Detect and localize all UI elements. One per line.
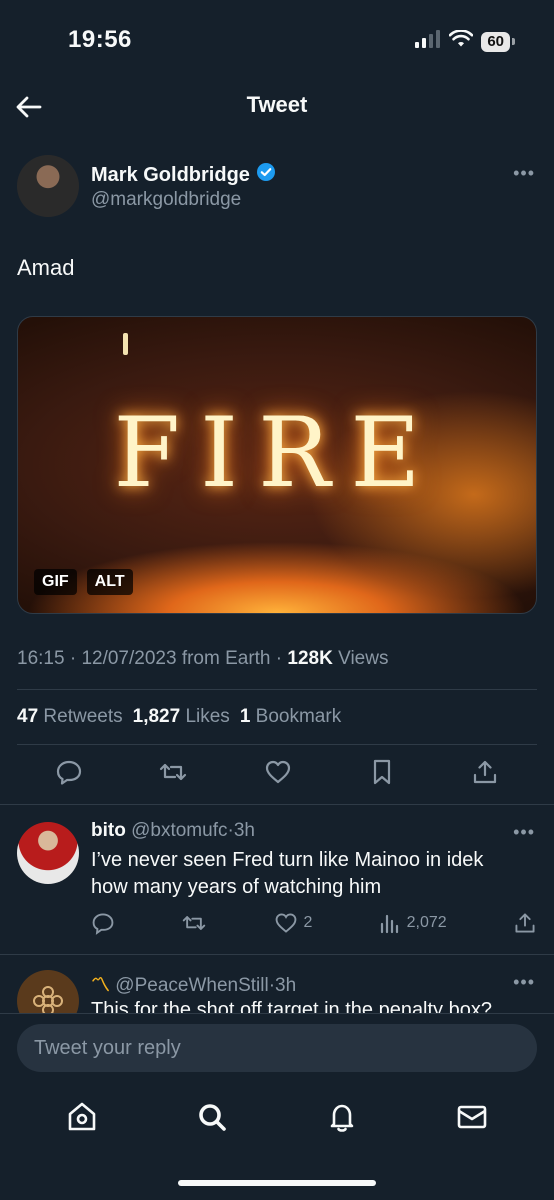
bookmarks-stat[interactable]: 1 Bookmark	[240, 706, 341, 728]
reply-reply-button[interactable]	[91, 911, 115, 935]
likes-stat[interactable]: 1,827 Likes	[133, 706, 230, 728]
reply-author-handle[interactable]: @bxtomufc	[131, 820, 227, 841]
media-badges: GIF ALT	[34, 569, 133, 595]
divider	[17, 744, 537, 745]
alt-badge[interactable]: ALT	[86, 569, 133, 595]
tweet-date: 12/07/2023	[81, 648, 177, 669]
reply-avatar[interactable]	[17, 822, 79, 884]
more-options-icon[interactable]: •••	[513, 163, 535, 184]
bell-icon	[330, 1104, 354, 1132]
retweets-stat[interactable]: 47 Retweets	[17, 706, 123, 728]
views-count: 128K	[287, 648, 333, 669]
reply-like-count: 2	[303, 914, 313, 931]
divider	[0, 804, 554, 805]
tweet-meta: 16:15 · 12/07/2023 from Earth · 128K Vie…	[17, 648, 388, 670]
share-icon	[515, 913, 535, 933]
separator: ·	[69, 648, 77, 669]
views-label: Views	[338, 648, 389, 669]
share-icon[interactable]	[471, 758, 499, 786]
home-icon	[68, 1102, 96, 1131]
tweet-text: Amad	[17, 255, 75, 280]
reply-text: I’ve never seen Fred turn like Mainoo in…	[91, 849, 484, 898]
views-chart-icon	[380, 914, 398, 934]
reply-retweet-button[interactable]	[181, 911, 207, 935]
reply-compose-input[interactable]	[17, 1024, 537, 1072]
battery-icon: 60	[481, 31, 515, 52]
reply-age: 3h	[275, 975, 297, 996]
tweet-action-bar	[17, 758, 537, 786]
gif-overlay-text: FIRE	[113, 397, 441, 509]
status-time: 19:56	[68, 26, 132, 53]
page-title: Tweet	[246, 92, 308, 117]
ember-spark	[123, 333, 128, 355]
bookmarks-label: Bookmark	[255, 706, 342, 727]
author-name-row[interactable]: Mark Goldbridge	[91, 162, 276, 188]
tweet-time: 16:15	[17, 648, 65, 669]
reply-views-count: 2,072	[406, 914, 447, 931]
tab-notifications[interactable]	[325, 1100, 359, 1139]
verified-badge-icon	[256, 162, 276, 188]
reply-action-bar: 2 2,072	[91, 911, 537, 935]
back-button[interactable]	[14, 92, 44, 122]
retweets-count: 47	[17, 706, 39, 727]
divider	[17, 689, 537, 690]
reply-icon[interactable]	[55, 758, 83, 786]
reply-age: 3h	[233, 820, 255, 841]
home-indicator	[178, 1180, 376, 1186]
divider	[0, 954, 554, 955]
retweet-icon[interactable]	[158, 758, 188, 786]
gif-badge: GIF	[34, 569, 77, 595]
author-handle[interactable]: @markgoldbridge	[91, 189, 241, 211]
tab-messages[interactable]	[455, 1100, 489, 1139]
reply-author-handle[interactable]: @PeaceWhenStill	[115, 975, 268, 996]
tab-search[interactable]	[195, 1100, 229, 1139]
likes-label: Likes	[185, 706, 230, 727]
tweet-stats: 47 Retweets 1,827 Likes 1 Bookmark	[17, 706, 341, 728]
like-heart-icon[interactable]	[264, 758, 292, 786]
bottom-tab-bar	[17, 1100, 537, 1139]
like-heart-icon	[275, 913, 296, 933]
reply-more-options-icon[interactable]: •••	[513, 822, 535, 843]
tweet-source: from Earth	[181, 648, 271, 669]
reply-more-options-icon[interactable]: •••	[513, 972, 535, 993]
tweet-media-gif[interactable]: FIRE GIF ALT	[17, 316, 537, 614]
search-icon	[199, 1104, 226, 1131]
reply-header: 〽 @PeaceWhenStill·3h	[91, 970, 296, 997]
likes-count: 1,827	[132, 706, 181, 727]
separator: ·	[275, 648, 283, 669]
wifi-icon	[449, 29, 474, 53]
signal-icon	[415, 30, 441, 53]
retweet-icon	[183, 916, 206, 930]
mail-icon	[457, 1105, 487, 1129]
bookmarks-count: 1	[239, 706, 251, 727]
reply-share-button[interactable]	[513, 911, 537, 935]
arrow-left-icon	[16, 96, 42, 118]
author-avatar[interactable]	[17, 155, 79, 217]
reply-author-emoji[interactable]: 〽	[91, 975, 110, 996]
reply-icon	[92, 913, 114, 935]
retweets-label: Retweets	[43, 706, 123, 727]
author-name: Mark Goldbridge	[91, 163, 250, 186]
tab-home[interactable]	[65, 1100, 99, 1139]
status-icons: 60	[415, 29, 515, 53]
bookmark-icon[interactable]	[368, 758, 396, 786]
reply-like-button[interactable]: 2	[274, 911, 313, 935]
reply-author-name[interactable]: bito	[91, 820, 126, 841]
reply-views-button[interactable]: 2,072	[379, 912, 447, 934]
reply-header: bito @bxtomufc·3h	[91, 820, 255, 842]
